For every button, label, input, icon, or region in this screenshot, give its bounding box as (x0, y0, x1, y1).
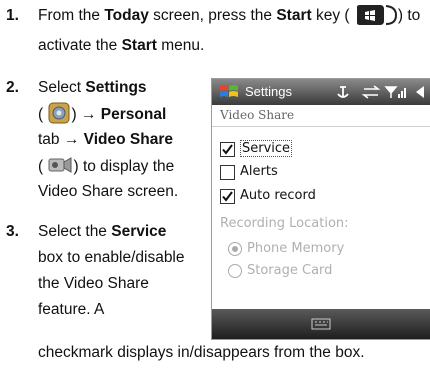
alerts-checkbox-row[interactable]: Alerts (220, 163, 420, 183)
step-number: 1. (6, 7, 19, 24)
step-line: box to enable/disable (38, 249, 185, 266)
step-line: tab → Video Share (38, 127, 173, 152)
step-bold: Video Share (83, 131, 173, 148)
step-number: 3. (6, 223, 19, 240)
step-line: From the Today screen, press the Start k… (38, 3, 420, 28)
phone-memory-radio-row[interactable]: Phone Memory (220, 240, 420, 260)
recording-location-label: Recording Location: (220, 216, 349, 231)
alerts-checkbox[interactable] (220, 165, 235, 180)
service-label: Service (240, 140, 293, 157)
step-line: activate the Start menu. (38, 33, 204, 58)
phone-title: Settings (245, 84, 292, 99)
step-text: screen, press the (148, 7, 277, 24)
service-checkbox-row[interactable]: Service (220, 140, 420, 160)
step-bold: → Personal (80, 106, 167, 123)
radio-selected-dot (232, 246, 238, 252)
step-text: Select (38, 79, 86, 96)
step-bold: Start (121, 37, 157, 54)
step-line: ( ) to display the (38, 153, 174, 179)
volume-icon (416, 86, 424, 98)
step-text: menu. (156, 37, 205, 54)
phone-subtitle: Video Share (220, 108, 295, 122)
antenna-icon (384, 86, 398, 98)
step-text: ( (38, 106, 44, 123)
storage-card-label: Storage Card (247, 263, 333, 278)
step-text: ) (71, 106, 77, 123)
step-line: feature. A (38, 301, 105, 318)
storage-card-radio[interactable] (228, 264, 242, 278)
step-bold: Settings (85, 79, 147, 96)
windows-logo-icon[interactable] (218, 83, 240, 101)
step-number: 2. (6, 79, 19, 96)
step-text: tab → (38, 131, 84, 148)
phone-memory-radio[interactable] (228, 242, 242, 256)
step-text: ( (38, 158, 44, 175)
phone-bottom-bar (212, 309, 430, 339)
phone-status-icon (337, 86, 349, 98)
settings-icon (48, 102, 70, 124)
step-text: ) to display the (73, 158, 175, 175)
connectivity-icon (361, 85, 381, 99)
step-bold: Today (104, 7, 149, 24)
step-continuation: checkmark displays in/disappears from th… (38, 344, 365, 361)
service-checkbox[interactable] (220, 142, 235, 157)
keyboard-icon[interactable] (311, 318, 331, 330)
start-key-icon (356, 5, 397, 25)
checkmark-icon (222, 144, 233, 155)
step-text: activate the (38, 37, 122, 54)
step-text: ) to (397, 7, 421, 24)
status-icons (337, 85, 424, 99)
video-share-icon (48, 157, 72, 173)
phone-subtitle-bar: Video Share (212, 105, 430, 127)
step-line: Select the Service (38, 219, 166, 244)
auto-record-checkbox[interactable] (220, 189, 235, 204)
step-text: key ( (311, 7, 350, 24)
storage-card-radio-row[interactable]: Storage Card (220, 262, 420, 282)
step-line: Video Share screen. (38, 183, 179, 200)
auto-record-checkbox-row[interactable]: Auto record (220, 187, 420, 207)
phone-screenshot: Settings Video Share Service Alerts Auto… (211, 78, 430, 340)
phone-memory-label: Phone Memory (247, 241, 345, 256)
phone-title-bar: Settings (212, 79, 430, 105)
step-line: ( ) → Personal (38, 101, 166, 127)
step-line: the Video Share (38, 275, 149, 292)
auto-record-label: Auto record (240, 188, 316, 203)
checkmark-icon (222, 191, 233, 202)
step-bold: Start (276, 7, 312, 24)
step-text: From the (38, 7, 105, 24)
step-bold: Service (111, 223, 167, 240)
step-text: Select the (38, 223, 112, 240)
step-line: Select Settings (38, 75, 147, 100)
alerts-label: Alerts (240, 164, 278, 179)
